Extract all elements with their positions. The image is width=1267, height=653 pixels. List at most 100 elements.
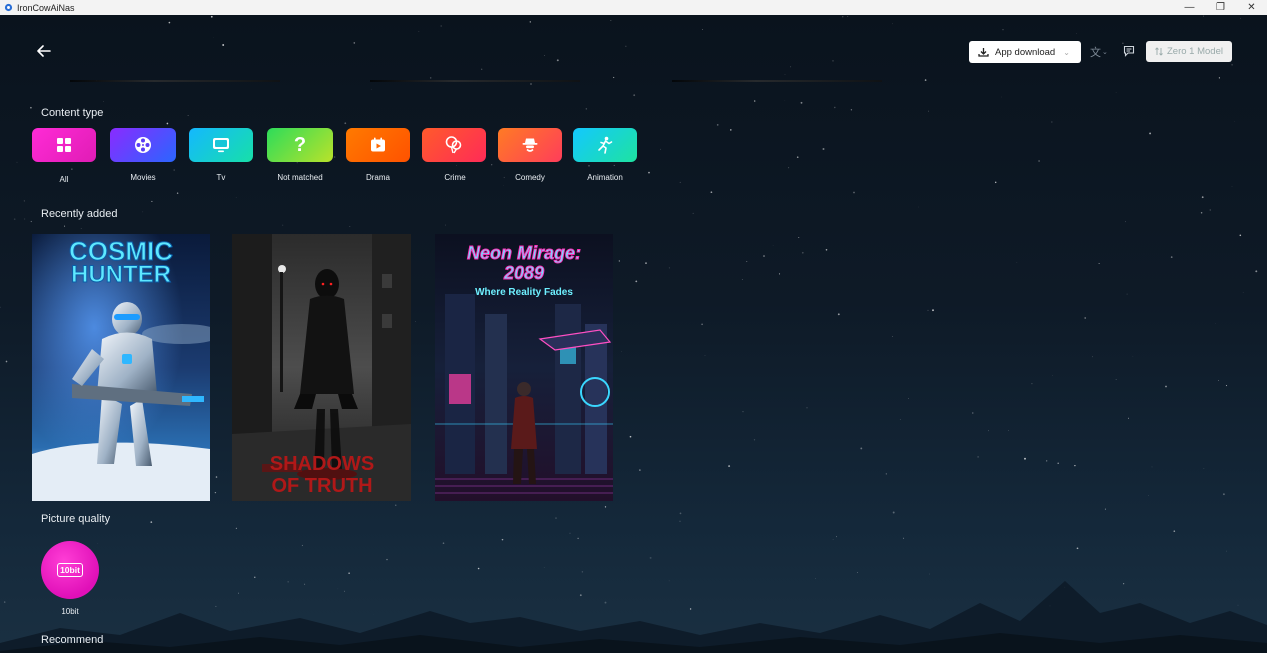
star: [710, 191, 713, 194]
star: [213, 37, 214, 38]
banner-strip: [70, 80, 280, 82]
tv-icon: [213, 138, 229, 153]
language-button[interactable]: 文 ⌄: [1090, 44, 1112, 60]
content-type-animation[interactable]: [573, 128, 637, 162]
star: [625, 45, 627, 47]
star: [544, 55, 545, 56]
play-calendar-icon: [371, 137, 385, 152]
star: [1092, 356, 1093, 358]
star: [1218, 77, 1220, 79]
star: [892, 336, 893, 337]
film-reel-icon: [135, 137, 151, 153]
model-button[interactable]: Zero 1 Model: [1146, 41, 1232, 62]
star: [1240, 17, 1241, 19]
star: [801, 251, 804, 254]
star: [633, 94, 636, 97]
content-type-comedy[interactable]: [498, 128, 562, 162]
content-type-movies[interactable]: [110, 128, 176, 162]
star: [1203, 468, 1205, 469]
star: [772, 245, 774, 246]
star: [679, 520, 681, 522]
back-button[interactable]: [34, 42, 54, 60]
star: [842, 16, 844, 18]
star: [704, 355, 706, 356]
star: [1148, 495, 1149, 496]
star: [1104, 508, 1106, 510]
minimize-button[interactable]: —: [1174, 0, 1205, 15]
star: [629, 435, 632, 438]
poster-cosmic-hunter[interactable]: COSMIC HUNTER: [32, 234, 210, 501]
star: [668, 267, 670, 269]
quality-10bit-button[interactable]: 10bit: [41, 541, 99, 599]
poster-title-line2: OF TRUTH: [271, 475, 372, 497]
star: [847, 16, 849, 18]
star: [1225, 385, 1228, 387]
star: [1002, 29, 1004, 31]
poster-shadows-of-truth[interactable]: SHADOWS OF TRUTH: [232, 234, 411, 501]
star: [1001, 96, 1002, 98]
question-icon: ?: [293, 133, 307, 156]
window-controls: — ❐ ✕: [1174, 0, 1267, 15]
star: [588, 164, 590, 167]
star: [5, 360, 8, 363]
star: [556, 59, 559, 62]
content-type-crime[interactable]: [422, 128, 486, 162]
recently-added-heading: Recently added: [41, 208, 118, 220]
poster-title-line2: 2089: [503, 263, 544, 283]
star: [151, 200, 153, 202]
feedback-button[interactable]: [1121, 43, 1137, 59]
star: [836, 536, 837, 538]
star: [344, 122, 347, 125]
banner-strip: [370, 80, 580, 82]
star: [730, 129, 732, 131]
star: [972, 412, 974, 414]
close-button[interactable]: ✕: [1236, 0, 1267, 15]
star: [635, 280, 638, 283]
star: [1008, 430, 1009, 431]
star: [928, 110, 929, 112]
star: [994, 181, 997, 184]
chat-icon: [1123, 45, 1135, 57]
star: [660, 148, 661, 150]
star: [692, 212, 694, 214]
app-download-label: App download: [995, 46, 1056, 58]
content-type-all[interactable]: [32, 128, 96, 162]
star: [30, 220, 32, 223]
star: [333, 156, 336, 158]
star: [778, 273, 781, 275]
content-type-label: All: [59, 175, 69, 184]
star: [103, 100, 104, 102]
star: [853, 191, 855, 194]
restore-button[interactable]: ❐: [1205, 0, 1236, 15]
arrow-left-icon: [37, 45, 51, 57]
star: [645, 262, 647, 264]
star: [555, 517, 557, 519]
content-type-label: Crime: [444, 173, 466, 182]
star: [445, 224, 446, 226]
star: [1173, 530, 1176, 532]
star: [215, 476, 218, 478]
star: [16, 161, 18, 163]
star: [1132, 355, 1134, 357]
star: [1098, 262, 1100, 265]
star: [386, 558, 388, 561]
poster-neon-mirage[interactable]: Neon Mirage: 2089 Where Reality Fades: [435, 234, 613, 501]
content-type-tv[interactable]: [189, 128, 253, 162]
star: [1128, 417, 1129, 419]
grid-icon: [57, 138, 71, 152]
star: [481, 68, 483, 70]
star: [701, 323, 703, 326]
star: [1217, 380, 1219, 381]
mountain-silhouette: [0, 581, 1267, 653]
content-type-label: Not matched: [277, 173, 323, 182]
star: [491, 164, 493, 166]
content-type-drama[interactable]: [346, 128, 410, 162]
content-type-not-matched[interactable]: ?: [267, 128, 333, 162]
hat-face-icon: [522, 138, 538, 152]
app-download-button[interactable]: App download ⌄: [969, 41, 1081, 63]
star: [543, 567, 545, 568]
star: [1239, 234, 1242, 237]
banner-strip: [672, 80, 882, 82]
star: [977, 456, 979, 458]
star: [1074, 464, 1076, 467]
